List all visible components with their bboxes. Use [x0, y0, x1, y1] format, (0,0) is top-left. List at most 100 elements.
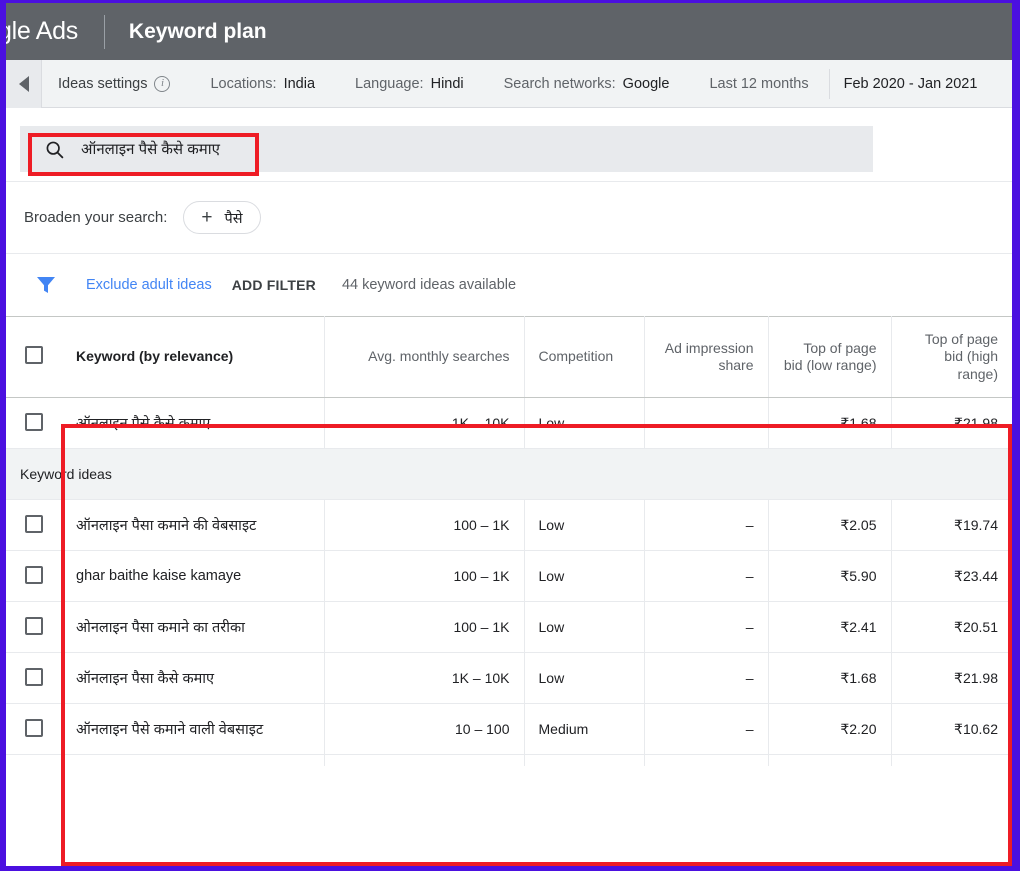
row-checkbox[interactable]	[25, 514, 43, 533]
search-networks-label: Search networks:	[503, 75, 616, 92]
cell-competition: Medium	[524, 703, 645, 755]
ideas-settings-label: Ideas settings	[58, 75, 148, 92]
cell-bid-low: ₹2.41	[768, 601, 892, 653]
app-header-bar: gle Ads Keyword plan	[6, 3, 1012, 60]
cell-avg-monthly-searches: 10 – 100	[324, 703, 525, 755]
search-networks-value: Google	[622, 75, 670, 92]
select-all-checkbox[interactable]	[25, 345, 43, 364]
keyword-ideas-table: Keyword (by relevance) Avg. monthly sear…	[6, 316, 1012, 766]
cell-ad-impression-share: –	[644, 754, 769, 766]
cell-competition: Low	[524, 397, 645, 449]
search-networks-setting[interactable]: Search networks: Google	[484, 60, 690, 108]
cell-keyword: ऑनलाइन पैसे कमाने के तरीके	[62, 754, 325, 766]
header-competition[interactable]: Competition	[524, 316, 645, 398]
cell-bid-low: ₹1.68	[768, 652, 892, 704]
header-ad-impression-share[interactable]: Ad impression share	[644, 316, 769, 398]
header-avg-monthly-searches[interactable]: Avg. monthly searches	[324, 316, 525, 398]
cell-ad-impression-share: –	[644, 652, 769, 704]
locations-value: India	[283, 75, 316, 92]
row-checkbox[interactable]	[25, 412, 43, 431]
row-checkbox-cell	[6, 652, 62, 704]
search-field-container[interactable]: ऑनलाइन पैसे कैसे कमाए	[20, 126, 873, 172]
google-ads-logo[interactable]: gle Ads	[6, 17, 78, 46]
search-input-group[interactable]: ऑनलाइन पैसे कैसे कमाए	[36, 130, 234, 168]
table-row-seed[interactable]: ऑनलाइन पैसे कैसे कमाए 1K – 10K Low – ₹1.…	[6, 397, 1012, 449]
exclude-adult-ideas-link[interactable]: Exclude adult ideas	[86, 277, 212, 293]
cell-bid-low: ₹8.65	[768, 754, 892, 766]
row-checkbox[interactable]	[25, 718, 43, 737]
broaden-search-label: Broaden your search:	[24, 209, 168, 226]
table-row[interactable]: ऑनलाइन पैसे कमाने के तरीके 100 – 1K Low …	[6, 754, 1012, 766]
cell-competition: Low	[524, 550, 645, 602]
cell-bid-high: ₹21.98	[891, 652, 1012, 704]
cell-competition: Low	[524, 601, 645, 653]
cell-bid-high: ₹19.74	[891, 499, 1012, 551]
cell-avg-monthly-searches: 100 – 1K	[324, 499, 525, 551]
table-row[interactable]: ऑनलाइन पैसा कैसे कमाए 1K – 10K Low – ₹1.…	[6, 652, 1012, 704]
page-title: Keyword plan	[128, 19, 267, 43]
period-setting[interactable]: Last 12 months	[689, 60, 828, 108]
cell-keyword: ऑनलाइन पैसा कैसे कमाए	[62, 652, 325, 704]
cell-competition: Low	[524, 754, 645, 766]
cell-avg-monthly-searches: 1K – 10K	[324, 397, 525, 449]
table-header-row: Keyword (by relevance) Avg. monthly sear…	[6, 316, 1012, 398]
locations-label: Locations:	[210, 75, 277, 92]
header-top-of-page-bid-high[interactable]: Top of page bid (high range)	[891, 316, 1012, 398]
table-header: Keyword (by relevance) Avg. monthly sear…	[6, 316, 1012, 398]
cell-ad-impression-share: –	[644, 601, 769, 653]
table-row[interactable]: ऑनलाइन पैसा कमाने की वेबसाइट 100 – 1K Lo…	[6, 499, 1012, 551]
cell-bid-high: ₹20.51	[891, 601, 1012, 653]
search-input[interactable]: ऑनलाइन पैसे कैसे कमाए	[81, 139, 220, 159]
date-range-picker[interactable]: Feb 2020 - Jan 2021	[830, 60, 990, 108]
cell-avg-monthly-searches: 100 – 1K	[324, 550, 525, 602]
row-checkbox-cell	[6, 499, 62, 551]
broaden-chip-label: पैसे	[224, 210, 243, 227]
search-zone: ऑनलाइन पैसे कैसे कमाए	[6, 108, 1012, 182]
keyword-table-scroll[interactable]: Keyword (by relevance) Avg. monthly sear…	[6, 316, 1012, 766]
cell-avg-monthly-searches: 100 – 1K	[324, 601, 525, 653]
info-icon[interactable]: i	[154, 75, 171, 92]
cell-avg-monthly-searches: 100 – 1K	[324, 754, 525, 766]
table-row[interactable]: ओनलाइन पैसा कमाने का तरीका 100 – 1K Low …	[6, 601, 1012, 653]
row-checkbox[interactable]	[25, 667, 43, 686]
collapse-panel-button[interactable]	[6, 59, 42, 108]
add-filter-button[interactable]: ADD FILTER	[232, 277, 316, 293]
header-keyword[interactable]: Keyword (by relevance)	[62, 316, 325, 398]
cell-keyword: ghar baithe kaise kamaye	[62, 550, 325, 602]
row-checkbox[interactable]	[25, 616, 43, 635]
cell-ad-impression-share: –	[644, 397, 769, 449]
cell-bid-high: ₹21.98	[891, 397, 1012, 449]
cell-bid-low: ₹2.20	[768, 703, 892, 755]
table-row[interactable]: ghar baithe kaise kamaye 100 – 1K Low – …	[6, 550, 1012, 602]
chevron-left-icon	[18, 75, 29, 92]
language-setting[interactable]: Language: Hindi	[335, 60, 484, 108]
ideas-settings-item[interactable]: Ideas settings i	[42, 60, 190, 108]
header-divider	[103, 14, 105, 49]
row-checkbox-cell	[6, 601, 62, 653]
cell-bid-high: ₹10.62	[891, 703, 1012, 755]
select-all-header	[6, 316, 62, 398]
cell-bid-high: ₹23.44	[891, 550, 1012, 602]
broaden-chip-paise[interactable]: + पैसे	[183, 201, 261, 234]
row-checkbox-cell	[6, 754, 62, 766]
cell-bid-low: ₹1.68	[768, 397, 892, 449]
locations-setting[interactable]: Locations: India	[190, 60, 335, 108]
table-row[interactable]: ऑनलाइन पैसे कमाने वाली वेबसाइट 10 – 100 …	[6, 703, 1012, 755]
row-checkbox-cell	[6, 703, 62, 755]
language-value: Hindi	[430, 75, 464, 92]
cell-ad-impression-share: –	[644, 703, 769, 755]
cell-avg-monthly-searches: 1K – 10K	[324, 652, 525, 704]
period-label: Last 12 months	[709, 75, 809, 92]
header-top-of-page-bid-low[interactable]: Top of page bid (low range)	[768, 316, 892, 398]
cell-bid-low: ₹2.05	[768, 499, 892, 551]
filter-funnel-icon[interactable]	[34, 273, 58, 297]
cell-competition: Low	[524, 499, 645, 551]
search-icon	[46, 141, 64, 158]
cell-keyword: ऑनलाइन पैसे कैसे कमाए	[62, 397, 325, 449]
cell-bid-low: ₹5.90	[768, 550, 892, 602]
table-body: ऑनलाइन पैसे कैसे कमाए 1K – 10K Low – ₹1.…	[6, 397, 1012, 766]
broaden-search-zone: Broaden your search: + पैसे	[6, 182, 1012, 254]
plus-icon: +	[201, 207, 213, 228]
row-checkbox[interactable]	[25, 565, 43, 584]
cell-keyword: ओनलाइन पैसा कमाने का तरीका	[62, 601, 325, 653]
